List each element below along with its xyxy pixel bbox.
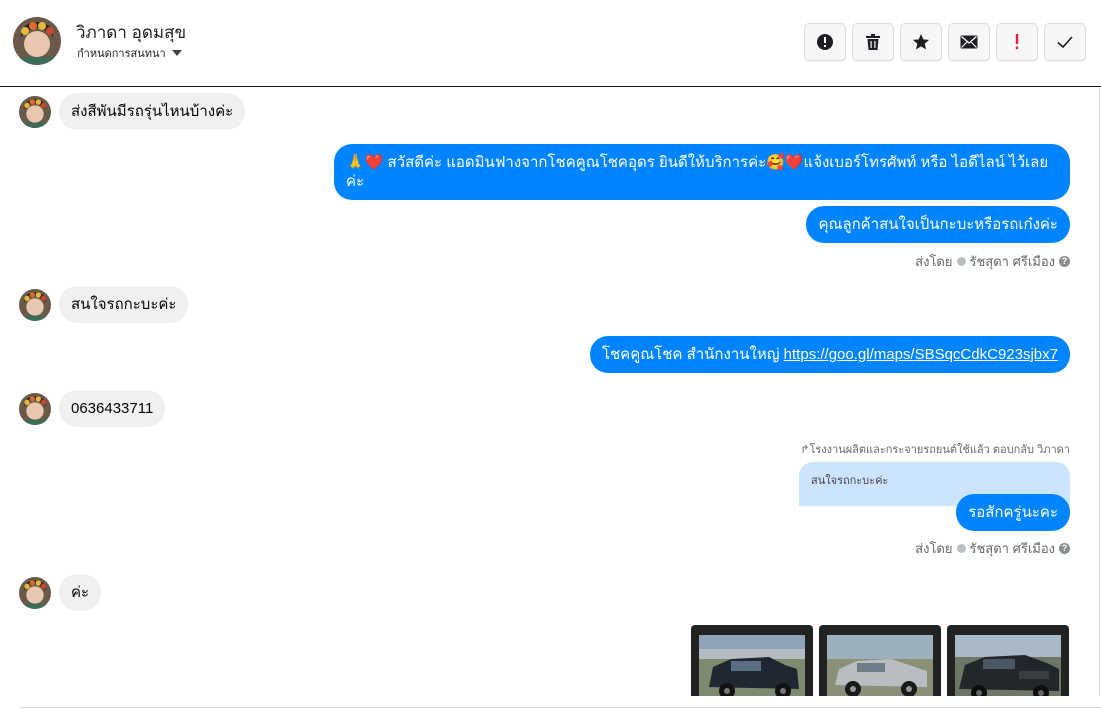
follow-up-button[interactable] [996,23,1038,61]
trash-icon [866,34,880,50]
conversation-actions [804,23,1086,61]
agent-name[interactable]: รัชสุดา ศรีเมือง [970,251,1056,272]
black-pickup-truck-photo [699,635,805,696]
incoming-message: สนใจรถกะบะค่ะ [19,286,189,323]
mark-spam-button[interactable] [804,23,846,61]
checkmark-icon [1057,36,1073,49]
incoming-message: 0636433711 [19,390,166,427]
contact-avatar[interactable] [13,17,61,65]
sent-by-label: ส่งโดย รัชสุดา ศรีเมือง ? [915,251,1070,272]
sender-avatar [19,288,51,321]
composer-divider [20,707,1101,708]
message-bubble[interactable]: โชคคูณโชค สำนักงานใหญ่ https://goo.gl/ma… [589,336,1070,373]
sent-by-prefix: ส่งโดย [915,254,953,269]
conversation-settings-label: กำหนดการสนทนา [77,48,166,60]
delete-button[interactable] [852,23,894,61]
message-bubble[interactable]: 🙏❤️ สวัสดีค่ะ แอดมินฟางจากโชคคูณโชคอุดร … [334,144,1070,200]
agent-avatar-icon [956,257,966,266]
sent-by-prefix: ส่งโดย [915,541,953,556]
black-pickup-truck-photo [955,635,1061,696]
sender-avatar [19,392,51,425]
caret-down-icon [171,50,182,56]
alert-circle-icon [817,34,833,50]
agent-name[interactable]: รัชสุดา ศรีเมือง [970,538,1056,559]
message-text: โชคคูณโชค สำนักงานใหญ่ [601,346,784,363]
star-button[interactable] [900,23,942,61]
message-bubble[interactable]: คุณลูกค้าสนใจเป็นกะบะหรือรถเก๋งค่ะ [806,206,1070,243]
photo-attachment[interactable] [819,625,941,696]
contact-name[interactable]: วิภาดา อุดมสุข [76,19,186,46]
message-bubble[interactable]: สนใจรถกะบะค่ะ [59,286,189,323]
photo-attachment[interactable] [691,625,813,696]
maps-link[interactable]: https://goo.gl/maps/SBSqcCdkC923sjbx7 [784,346,1058,363]
help-icon[interactable]: ? [1059,543,1070,554]
sender-avatar [19,576,51,609]
conversation-settings-dropdown[interactable]: กำหนดการสนทนา [77,44,182,62]
message-thread[interactable]: ส่งสีพันมีรถรุ่นไหนบ้างค่ะ 🙏❤️ สวัสดีค่ะ… [0,88,1101,696]
sender-avatar [19,95,51,128]
silver-pickup-truck-photo [827,635,933,696]
exclamation-icon [1015,34,1019,50]
message-bubble[interactable]: รอสักครู่นะคะ [956,494,1070,531]
done-button[interactable] [1044,23,1086,61]
reply-context-note: ↱โรงงานผลิตและกระจายรถยนต์ใช้แล้ว ตอบกลั… [800,444,1070,456]
photo-attachment[interactable] [947,625,1069,696]
mark-unread-button[interactable] [948,23,990,61]
message-bubble[interactable]: ค่ะ [59,574,102,611]
star-icon [913,34,929,50]
incoming-message: ส่งสีพันมีรถรุ่นไหนบ้างค่ะ [19,93,246,130]
conversation-header: วิภาดา อุดมสุข กำหนดการสนทนา [0,0,1101,87]
message-bubble[interactable]: 0636433711 [59,390,166,427]
sent-by-label: ส่งโดย รัชสุดา ศรีเมือง ? [915,538,1070,559]
message-bubble[interactable]: ส่งสีพันมีรถรุ่นไหนบ้างค่ะ [59,93,246,130]
envelope-icon [960,35,978,49]
agent-avatar-icon [956,544,966,553]
photo-attachments [691,625,1069,696]
incoming-message: ค่ะ [19,574,102,611]
help-icon[interactable]: ? [1059,256,1070,267]
